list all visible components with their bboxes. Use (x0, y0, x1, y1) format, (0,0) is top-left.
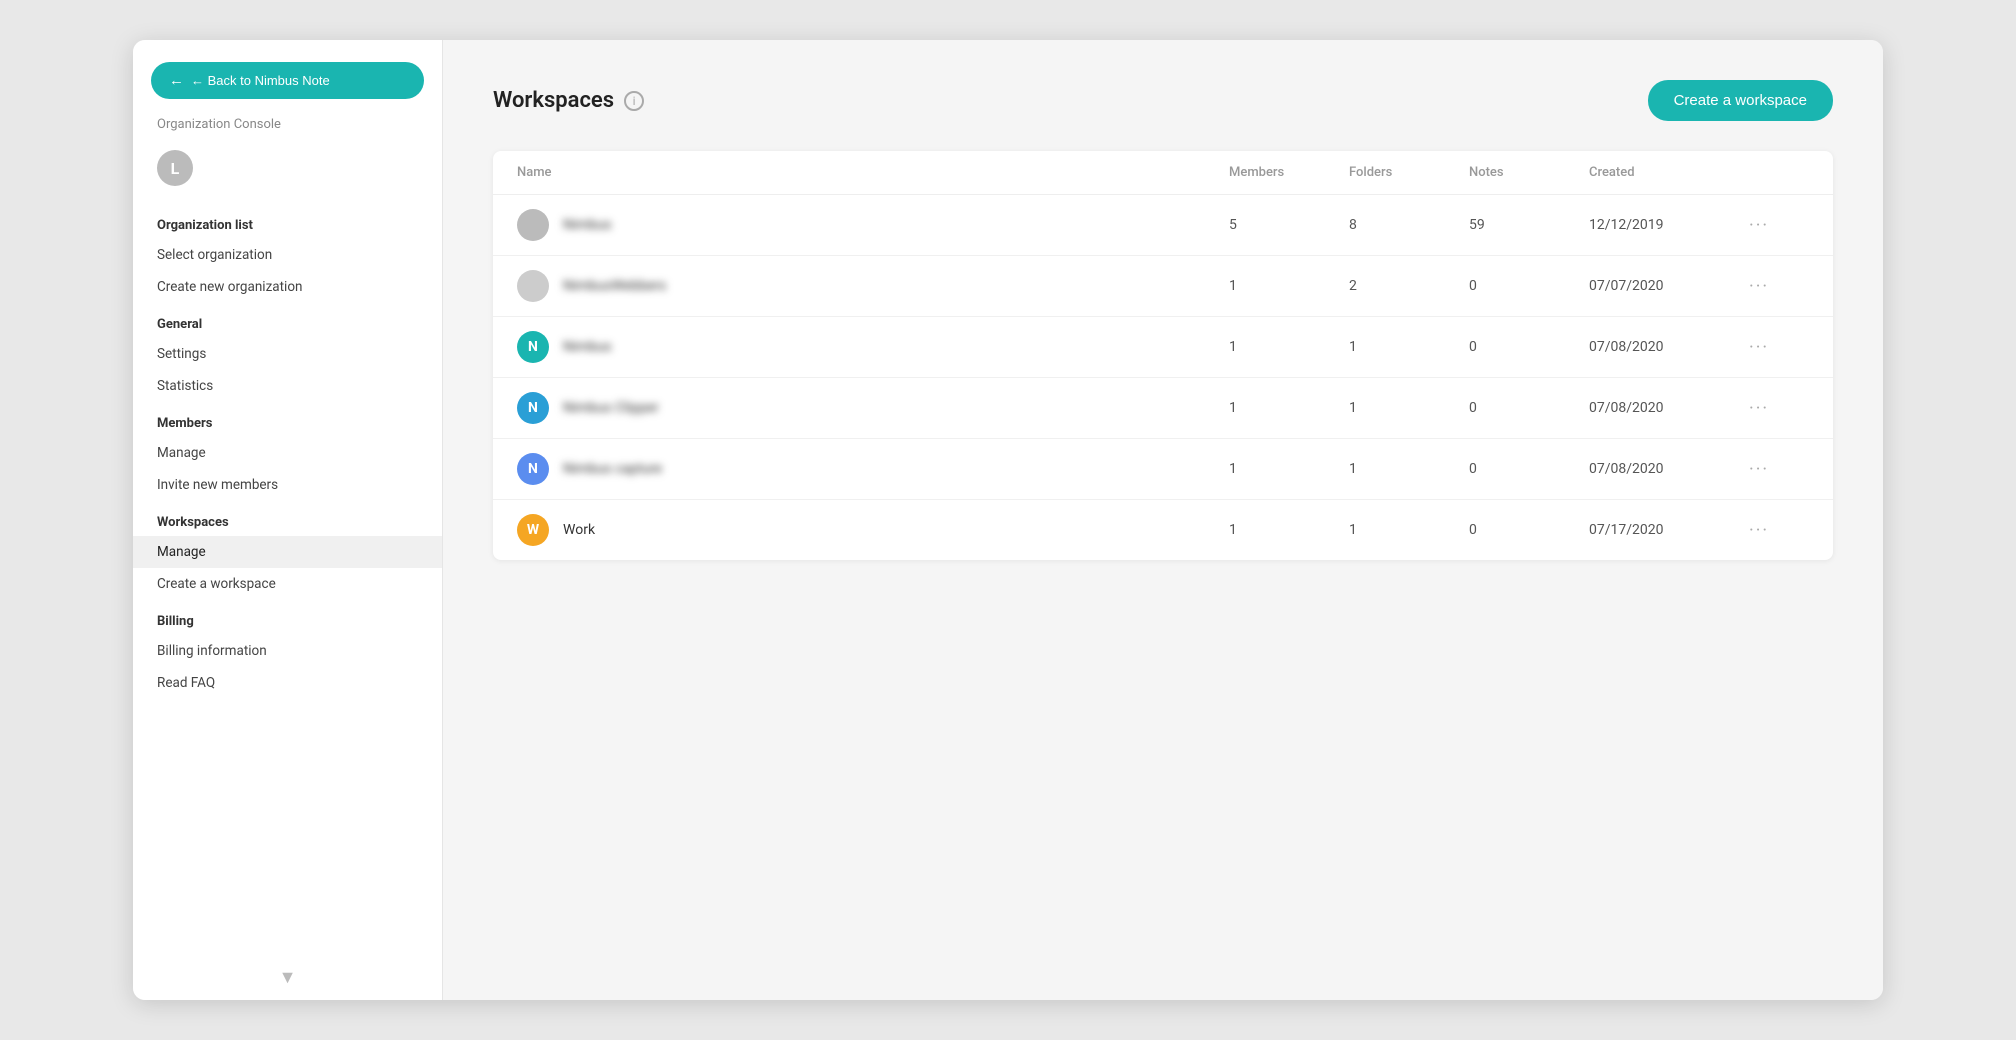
workspace-name-cell: Nimbus (517, 209, 1229, 241)
workspace-avatar: N (517, 453, 549, 485)
avatar: L (157, 150, 193, 186)
workspace-more-button[interactable]: ··· (1749, 459, 1809, 480)
main-header: Workspaces i Create a workspace (493, 80, 1833, 121)
sidebar-item-create-org[interactable]: Create new organization (133, 271, 442, 303)
table-row: N Nimbus capture 1 1 0 07/08/2020 ··· (493, 439, 1833, 500)
info-icon[interactable]: i (624, 91, 644, 111)
workspace-more-button[interactable]: ··· (1749, 215, 1809, 236)
table-row: W Work 1 1 0 07/17/2020 ··· (493, 500, 1833, 560)
workspace-name-cell: N Nimbus (517, 331, 1229, 363)
workspace-name: Nimbus Clipper (563, 400, 659, 416)
workspace-avatar: W (517, 514, 549, 546)
workspace-folders: 1 (1349, 522, 1469, 538)
workspace-notes: 0 (1469, 400, 1589, 416)
workspace-members: 1 (1229, 461, 1349, 477)
workspace-members: 1 (1229, 400, 1349, 416)
workspace-folders: 1 (1349, 400, 1469, 416)
org-console-label: Organization Console (133, 117, 442, 142)
workspace-name-cell: N Nimbus capture (517, 453, 1229, 485)
main-content: Workspaces i Create a workspace Name Mem… (443, 40, 1883, 1000)
table-row: Nimbus 5 8 59 12/12/2019 ··· (493, 195, 1833, 256)
section-title-workspaces: Workspaces (133, 501, 442, 536)
back-arrow-icon: ← (169, 72, 184, 89)
workspace-created: 07/07/2020 (1589, 278, 1749, 294)
workspace-name: Nimbus capture (563, 461, 662, 477)
workspace-created: 07/08/2020 (1589, 461, 1749, 477)
table-row: N Nimbus Clipper 1 1 0 07/08/2020 ··· (493, 378, 1833, 439)
sidebar-item-billing-info[interactable]: Billing information (133, 635, 442, 667)
table-body: Nimbus 5 8 59 12/12/2019 ··· NimbusWebbe… (493, 195, 1833, 560)
col-header-created: Created (1589, 165, 1749, 180)
sidebar: ← ← Back to Nimbus Note Organization Con… (133, 40, 443, 1000)
workspace-name: Work (563, 522, 595, 538)
workspace-members: 5 (1229, 217, 1349, 233)
workspace-notes: 59 (1469, 217, 1589, 233)
workspace-name: Nimbus (563, 339, 611, 355)
workspace-created: 07/17/2020 (1589, 522, 1749, 538)
sidebar-item-manage-workspaces[interactable]: Manage (133, 536, 442, 568)
section-title-members: Members (133, 402, 442, 437)
sidebar-item-create-workspace[interactable]: Create a workspace (133, 568, 442, 600)
col-header-members: Members (1229, 165, 1349, 180)
back-button[interactable]: ← ← Back to Nimbus Note (151, 62, 424, 99)
table-row: NimbusWebbers 1 2 0 07/07/2020 ··· (493, 256, 1833, 317)
section-title-general: General (133, 303, 442, 338)
page-title-row: Workspaces i (493, 88, 644, 113)
workspace-name-cell: NimbusWebbers (517, 270, 1229, 302)
create-workspace-button[interactable]: Create a workspace (1648, 80, 1833, 121)
workspace-name-cell: W Work (517, 514, 1229, 546)
workspaces-table: Name Members Folders Notes Created Nimbu… (493, 151, 1833, 560)
sidebar-item-read-faq[interactable]: Read FAQ (133, 667, 442, 699)
workspace-avatar: N (517, 392, 549, 424)
scroll-down-indicator: ▼ (279, 967, 297, 988)
workspace-avatar (517, 209, 549, 241)
workspace-members: 1 (1229, 278, 1349, 294)
col-header-actions (1749, 165, 1809, 180)
workspace-folders: 8 (1349, 217, 1469, 233)
workspace-name: Nimbus (563, 217, 611, 233)
section-title-billing: Billing (133, 600, 442, 635)
workspace-folders: 1 (1349, 339, 1469, 355)
workspace-name: NimbusWebbers (563, 278, 666, 294)
workspace-created: 07/08/2020 (1589, 339, 1749, 355)
workspace-created: 07/08/2020 (1589, 400, 1749, 416)
workspace-more-button[interactable]: ··· (1749, 276, 1809, 297)
col-header-folders: Folders (1349, 165, 1469, 180)
workspace-notes: 0 (1469, 522, 1589, 538)
col-header-notes: Notes (1469, 165, 1589, 180)
workspace-notes: 0 (1469, 339, 1589, 355)
workspace-folders: 2 (1349, 278, 1469, 294)
page-title: Workspaces (493, 88, 614, 113)
workspace-more-button[interactable]: ··· (1749, 398, 1809, 419)
col-header-name: Name (517, 165, 1229, 180)
sidebar-item-invite-members[interactable]: Invite new members (133, 469, 442, 501)
workspace-created: 12/12/2019 (1589, 217, 1749, 233)
workspace-avatar: N (517, 331, 549, 363)
workspace-more-button[interactable]: ··· (1749, 520, 1809, 541)
workspace-notes: 0 (1469, 278, 1589, 294)
workspace-name-cell: N Nimbus Clipper (517, 392, 1229, 424)
workspace-notes: 0 (1469, 461, 1589, 477)
sidebar-item-manage-members[interactable]: Manage (133, 437, 442, 469)
sidebar-item-settings[interactable]: Settings (133, 338, 442, 370)
table-header: Name Members Folders Notes Created (493, 151, 1833, 195)
workspace-folders: 1 (1349, 461, 1469, 477)
workspace-members: 1 (1229, 522, 1349, 538)
sidebar-item-statistics[interactable]: Statistics (133, 370, 442, 402)
section-title-org-list: Organization list (133, 204, 442, 239)
workspace-members: 1 (1229, 339, 1349, 355)
table-row: N Nimbus 1 1 0 07/08/2020 ··· (493, 317, 1833, 378)
workspace-more-button[interactable]: ··· (1749, 337, 1809, 358)
sidebar-item-select-org[interactable]: Select organization (133, 239, 442, 271)
workspace-avatar (517, 270, 549, 302)
back-button-label: ← Back to Nimbus Note (191, 73, 330, 88)
